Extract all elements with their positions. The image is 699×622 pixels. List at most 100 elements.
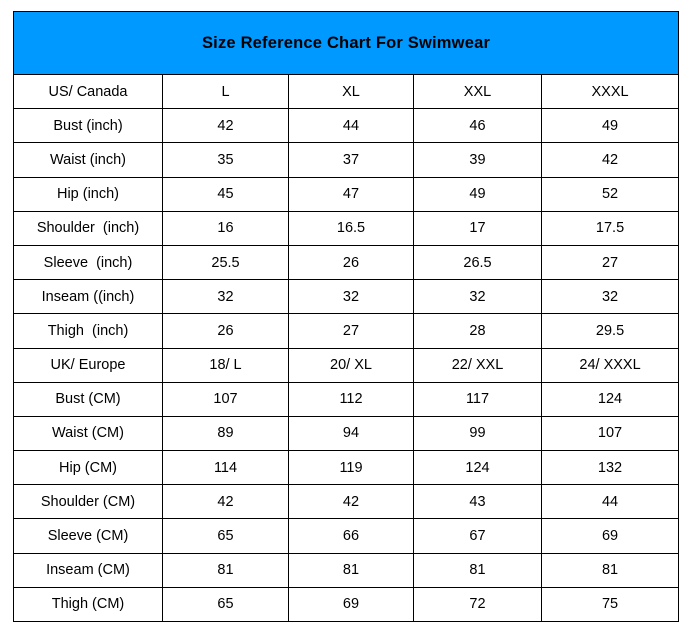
table-row: US/ Canada L XL XXL XXXL	[13, 73, 680, 110]
measurement-cell: 27	[288, 313, 414, 349]
measurement-cell: 132	[540, 450, 680, 486]
measurement-cell: 16.5	[288, 210, 414, 246]
row-label: UK/ Europe	[13, 347, 163, 383]
table-row: Sleeve (CM) 65 66 67 69	[13, 518, 680, 554]
measurement-cell: 32	[413, 279, 542, 315]
measurement-cell: 65	[162, 586, 289, 622]
table-row: Shoulder (inch) 16 16.5 17 17.5	[13, 210, 680, 246]
size-header-cell: 18/ L	[162, 347, 289, 383]
measurement-cell: 42	[288, 484, 414, 520]
measurement-cell: 27	[540, 244, 680, 281]
table-row: Hip (CM) 114 119 124 132	[13, 450, 680, 486]
measurement-cell: 66	[288, 518, 414, 554]
size-header-cell: 20/ XL	[288, 347, 414, 383]
measurement-cell: 39	[413, 142, 542, 178]
measurement-cell: 42	[162, 108, 289, 144]
table-row: Waist (inch) 35 37 39 42	[13, 142, 680, 178]
measurement-cell: 107	[540, 415, 680, 452]
row-label: Waist (CM)	[13, 415, 163, 452]
measurement-cell: 25.5	[162, 244, 289, 281]
measurement-cell: 81	[540, 552, 680, 588]
table-row: Inseam ((inch) 32 32 32 32	[13, 279, 680, 315]
measurement-cell: 42	[162, 484, 289, 520]
row-label: Hip (inch)	[13, 176, 163, 212]
measurement-cell: 107	[162, 381, 289, 417]
row-label: Shoulder (CM)	[13, 484, 163, 520]
measurement-cell: 26	[162, 313, 289, 349]
table-row: Waist (CM) 89 94 99 107	[13, 415, 680, 452]
size-header-cell: L	[162, 73, 289, 110]
measurement-cell: 52	[540, 176, 680, 212]
size-header-cell: XXXL	[540, 73, 680, 110]
row-label: Inseam ((inch)	[13, 279, 163, 315]
measurement-cell: 42	[540, 142, 680, 178]
chart-title-row: Size Reference Chart For Swimwear	[12, 11, 680, 75]
table-row: Thigh (CM) 65 69 72 75	[13, 586, 680, 622]
table-row: Bust (CM) 107 112 117 124	[13, 381, 680, 417]
measurement-cell: 44	[540, 484, 680, 520]
measurement-cell: 32	[540, 279, 680, 315]
measurement-cell: 49	[413, 176, 542, 212]
measurement-cell: 47	[288, 176, 414, 212]
measurement-cell: 117	[413, 381, 542, 417]
measurement-cell: 99	[413, 415, 542, 452]
measurement-cell: 28	[413, 313, 542, 349]
row-label: Sleeve (CM)	[13, 518, 163, 554]
measurement-cell: 32	[162, 279, 289, 315]
measurement-cell: 124	[413, 450, 542, 486]
row-label: Hip (CM)	[13, 450, 163, 486]
row-label: Inseam (CM)	[13, 552, 163, 588]
table-row: Thigh (inch) 26 27 28 29.5	[13, 313, 680, 349]
measurement-cell: 35	[162, 142, 289, 178]
row-label: Thigh (CM)	[13, 586, 163, 622]
row-label: Thigh (inch)	[13, 313, 163, 349]
measurement-cell: 16	[162, 210, 289, 246]
measurement-cell: 69	[540, 518, 680, 554]
measurement-cell: 44	[288, 108, 414, 144]
table-row: Sleeve (inch) 25.5 26 26.5 27	[13, 244, 680, 281]
measurement-cell: 46	[413, 108, 542, 144]
measurement-cell: 94	[288, 415, 414, 452]
measurement-cell: 81	[288, 552, 414, 588]
measurement-cell: 67	[413, 518, 542, 554]
page-title: Size Reference Chart For Swimwear	[12, 11, 680, 75]
measurement-cell: 81	[413, 552, 542, 588]
size-chart-table: Size Reference Chart For Swimwear US/ Ca…	[12, 11, 680, 622]
measurement-cell: 65	[162, 518, 289, 554]
measurement-cell: 89	[162, 415, 289, 452]
table-row: Shoulder (CM) 42 42 43 44	[13, 484, 680, 520]
measurement-cell: 112	[288, 381, 414, 417]
measurement-cell: 45	[162, 176, 289, 212]
measurement-cell: 17.5	[540, 210, 680, 246]
measurement-cell: 26.5	[413, 244, 542, 281]
measurement-cell: 37	[288, 142, 414, 178]
measurement-cell: 32	[288, 279, 414, 315]
measurement-cell: 124	[540, 381, 680, 417]
size-header-cell: XXL	[413, 73, 542, 110]
measurement-cell: 72	[413, 586, 542, 622]
size-header-cell: 24/ XXXL	[540, 347, 680, 383]
measurement-cell: 119	[288, 450, 414, 486]
table-row: Hip (inch) 45 47 49 52	[13, 176, 680, 212]
table-row: UK/ Europe 18/ L 20/ XL 22/ XXL 24/ XXXL	[13, 347, 680, 383]
measurement-cell: 69	[288, 586, 414, 622]
row-label: US/ Canada	[13, 73, 163, 110]
row-label: Bust (inch)	[13, 108, 163, 144]
measurement-cell: 29.5	[540, 313, 680, 349]
size-header-cell: 22/ XXL	[413, 347, 542, 383]
measurement-cell: 49	[540, 108, 680, 144]
measurement-cell: 81	[162, 552, 289, 588]
row-label: Sleeve (inch)	[13, 244, 163, 281]
table-row: Inseam (CM) 81 81 81 81	[13, 552, 680, 588]
measurement-cell: 43	[413, 484, 542, 520]
size-header-cell: XL	[288, 73, 414, 110]
row-label: Waist (inch)	[13, 142, 163, 178]
measurement-cell: 75	[540, 586, 680, 622]
row-label: Shoulder (inch)	[13, 210, 163, 246]
measurement-cell: 114	[162, 450, 289, 486]
measurement-cell: 26	[288, 244, 414, 281]
row-label: Bust (CM)	[13, 381, 163, 417]
table-row: Bust (inch) 42 44 46 49	[13, 108, 680, 144]
measurement-cell: 17	[413, 210, 542, 246]
size-reference-chart: Size Reference Chart For Swimwear US/ Ca…	[12, 11, 680, 622]
